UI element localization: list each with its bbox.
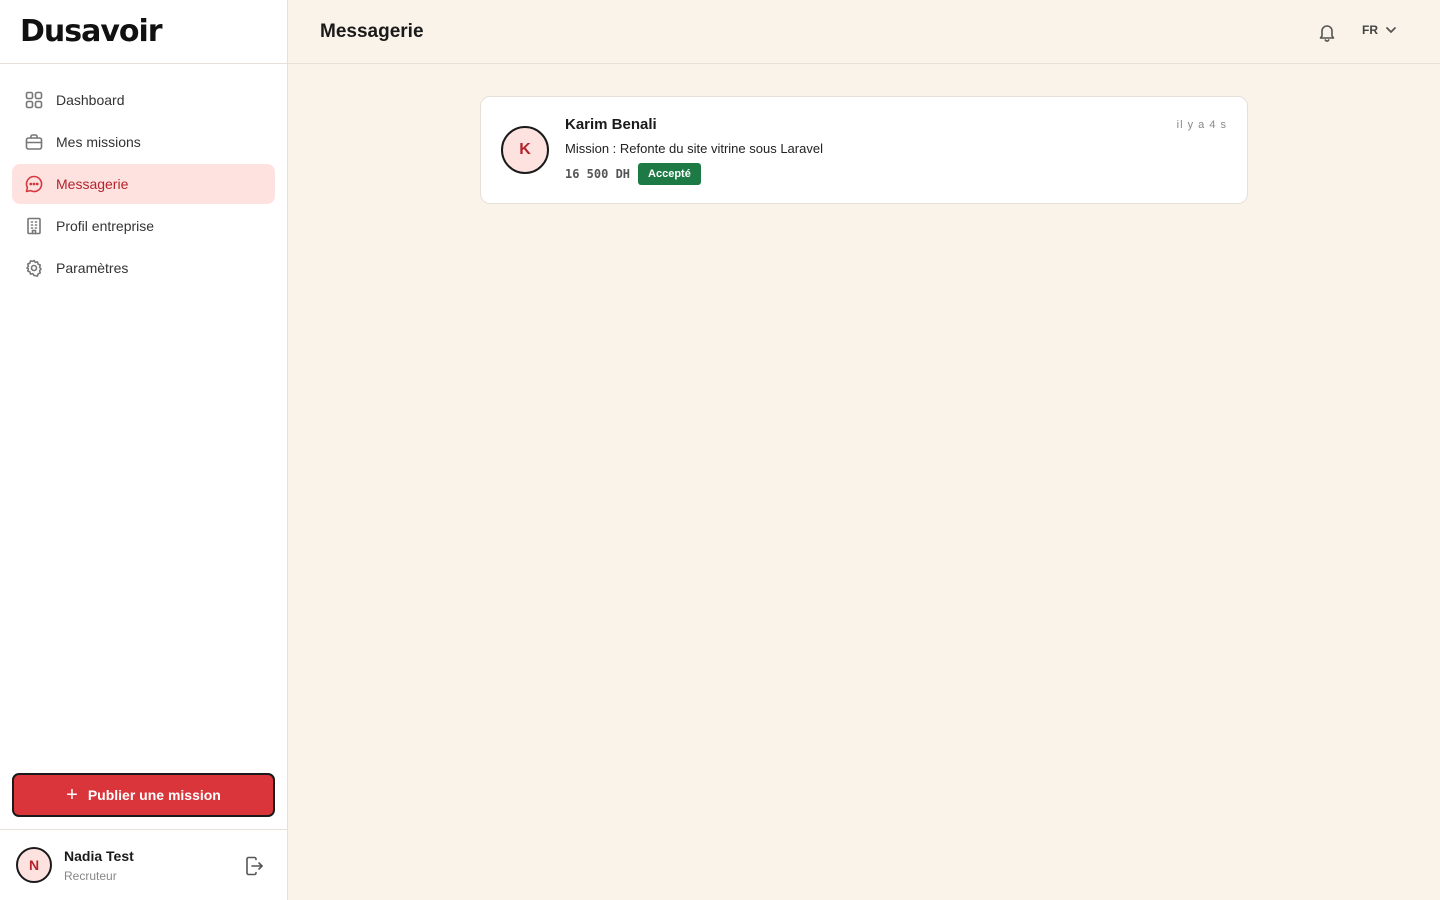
sidebar-item-label: Profil entreprise <box>56 218 155 234</box>
status-badge: Accepté <box>638 163 701 185</box>
sidebar-item-label: Dashboard <box>56 92 125 108</box>
gear-icon <box>26 259 42 277</box>
publish-mission-label: Publier une mission <box>87 787 221 803</box>
sidebar-item-dashboard[interactable]: Dashboard <box>12 80 275 120</box>
sidebar-item-parametres[interactable]: Paramètres <box>12 248 275 288</box>
conversation-card[interactable]: K Karim Benali il y a 4 s Mission : Refo… <box>480 96 1248 204</box>
sidebar-item-label: Paramètres <box>56 260 129 276</box>
grid-icon <box>25 91 43 109</box>
conversation-meta: 16 500 DH Accepté <box>565 163 701 185</box>
sidebar-item-profil-entreprise[interactable]: Profil entreprise <box>12 206 275 246</box>
sidebar: Dusavoir Dashboard Mes missions Messager… <box>0 0 288 900</box>
contact-name: Karim Benali <box>565 116 657 133</box>
sidebar-item-label: Messagerie <box>56 176 129 192</box>
logout-icon <box>246 856 263 876</box>
user-panel: N Nadia Test Recruteur <box>0 829 287 900</box>
logo-area: Dusavoir <box>0 0 287 64</box>
sidebar-item-messagerie[interactable]: Messagerie <box>12 164 275 204</box>
user-info: Nadia Test Recruteur <box>64 848 134 883</box>
top-bar: Messagerie FR <box>288 0 1440 64</box>
chevron-down-icon <box>1386 27 1396 33</box>
language-selector[interactable]: FR <box>1362 23 1398 37</box>
briefcase-icon <box>25 134 43 150</box>
page-title: Messagerie <box>320 20 424 42</box>
mission-title: Mission : Refonte du site vitrine sous L… <box>565 141 823 156</box>
message-timestamp: il y a 4 s <box>1176 119 1227 131</box>
contact-avatar: K <box>501 126 549 174</box>
plus-icon: + <box>66 784 78 806</box>
mission-price: 16 500 DH <box>565 167 631 181</box>
user-role: Recruteur <box>64 868 117 883</box>
sidebar-item-label: Mes missions <box>56 134 141 150</box>
sidebar-item-missions[interactable]: Mes missions <box>12 122 275 162</box>
sidebar-nav: Dashboard Mes missions Messagerie Profil… <box>0 64 287 288</box>
user-avatar[interactable]: N <box>16 847 52 883</box>
publish-mission-button[interactable]: + Publier une mission <box>12 773 275 817</box>
user-name: Nadia Test <box>64 847 134 864</box>
brand-logo[interactable]: Dusavoir <box>20 14 163 49</box>
language-label: FR <box>1362 23 1378 37</box>
notifications-button[interactable] <box>1316 21 1338 43</box>
bell-icon <box>1319 25 1335 42</box>
logout-button[interactable] <box>243 855 265 877</box>
building-icon <box>27 217 41 235</box>
chat-icon <box>25 175 43 193</box>
